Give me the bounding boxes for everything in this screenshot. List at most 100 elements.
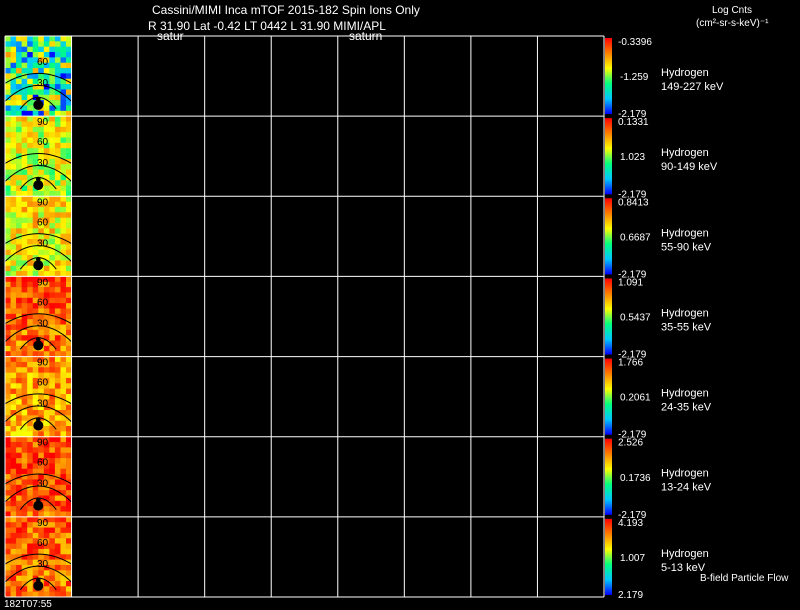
image-pixel — [66, 217, 72, 224]
image-pixel — [49, 329, 56, 336]
image-pixel — [49, 276, 56, 283]
angle-label: 90 — [37, 197, 49, 208]
image-pixel — [60, 46, 67, 53]
angle-label: 30 — [37, 78, 49, 89]
image-pixel — [54, 324, 61, 331]
image-pixel — [5, 303, 11, 309]
image-pixel — [21, 276, 28, 283]
image-pixel — [21, 158, 28, 165]
image-pixel — [10, 57, 17, 64]
image-pixel — [54, 116, 61, 122]
image-pixel — [21, 516, 28, 523]
image-pixel — [66, 126, 72, 133]
image-pixel — [54, 356, 61, 363]
image-pixel — [21, 169, 28, 176]
image-pixel — [27, 522, 34, 528]
image-pixel — [49, 575, 56, 582]
image-pixel — [5, 575, 11, 582]
image-pixel — [16, 201, 22, 208]
image-pixel — [5, 206, 11, 213]
image-pixel — [43, 185, 50, 192]
image-pixel — [49, 548, 56, 555]
image-pixel — [16, 196, 22, 202]
image-pixel — [54, 276, 61, 283]
image-pixel — [5, 287, 11, 293]
colorbar — [605, 438, 612, 515]
image-pixel — [27, 57, 34, 64]
inca-image-chart: 6030-0.3396-1.259-2.179Hydrogen149-227 k… — [0, 35, 724, 601]
image-pixel — [49, 158, 56, 165]
image-pixel — [54, 468, 61, 475]
angle-label: 90 — [37, 117, 49, 128]
image-pixel — [27, 46, 34, 53]
image-pixel — [54, 164, 61, 170]
image-pixel — [21, 447, 28, 454]
image-pixel — [16, 372, 22, 379]
image-pixel — [21, 228, 28, 234]
image-pixel — [27, 201, 34, 208]
image-pixel — [27, 196, 34, 202]
image-pixel — [66, 410, 72, 416]
image-pixel — [5, 484, 11, 491]
image-pixel — [54, 516, 61, 523]
image-pixel — [16, 57, 22, 64]
image-pixel — [10, 308, 17, 315]
image-pixel — [49, 351, 56, 357]
image-pixel — [66, 324, 72, 331]
species-label: Hydrogen — [661, 67, 709, 79]
image-pixel — [5, 474, 11, 480]
image-pixel — [10, 452, 17, 459]
image-pixel — [5, 586, 11, 592]
image-pixel — [54, 174, 61, 181]
image-pixel — [21, 580, 28, 587]
image-pixel — [49, 410, 56, 416]
image-pixel — [54, 495, 61, 502]
image-pixel — [16, 126, 22, 133]
image-pixel — [49, 447, 56, 454]
image-pixel — [10, 105, 17, 112]
image-pixel — [66, 105, 72, 112]
image-pixel — [66, 153, 72, 160]
image-pixel — [49, 372, 56, 379]
image-pixel — [49, 287, 56, 293]
image-pixel — [27, 62, 34, 69]
image-pixel — [60, 388, 67, 395]
image-pixel — [21, 89, 28, 96]
image-pixel — [49, 78, 56, 85]
image-pixel — [10, 185, 17, 192]
image-pixel — [21, 340, 28, 347]
image-pixel — [10, 244, 17, 251]
panel-image: 90 60 30 — [0, 356, 102, 438]
image-pixel — [21, 548, 28, 555]
image-pixel — [16, 132, 22, 138]
image-pixel — [49, 495, 56, 502]
image-pixel — [27, 538, 34, 544]
image-pixel — [16, 335, 22, 341]
image-pixel — [10, 506, 17, 512]
image-pixel — [10, 372, 17, 379]
image-pixel — [5, 132, 11, 138]
image-pixel — [10, 377, 17, 384]
image-pixel — [49, 132, 56, 138]
image-pixel — [16, 62, 22, 69]
image-pixel — [5, 57, 11, 64]
image-pixel — [43, 410, 50, 416]
image-pixel — [16, 591, 22, 598]
image-pixel — [10, 351, 17, 357]
image-pixel — [66, 132, 72, 138]
image-pixel — [21, 388, 28, 395]
angle-label: 60 — [37, 297, 49, 308]
image-pixel — [5, 148, 11, 154]
image-pixel — [16, 452, 22, 459]
image-pixel — [21, 260, 28, 267]
image-pixel — [49, 458, 56, 464]
image-pixel — [54, 36, 61, 42]
energy-range-label: 90-149 keV — [661, 161, 718, 173]
image-pixel — [5, 388, 11, 395]
energy-range-label: 24-35 keV — [661, 402, 712, 414]
image-pixel — [60, 484, 67, 491]
image-pixel — [27, 212, 34, 218]
image-pixel — [10, 287, 17, 293]
image-pixel — [49, 303, 56, 309]
image-pixel — [27, 148, 34, 154]
